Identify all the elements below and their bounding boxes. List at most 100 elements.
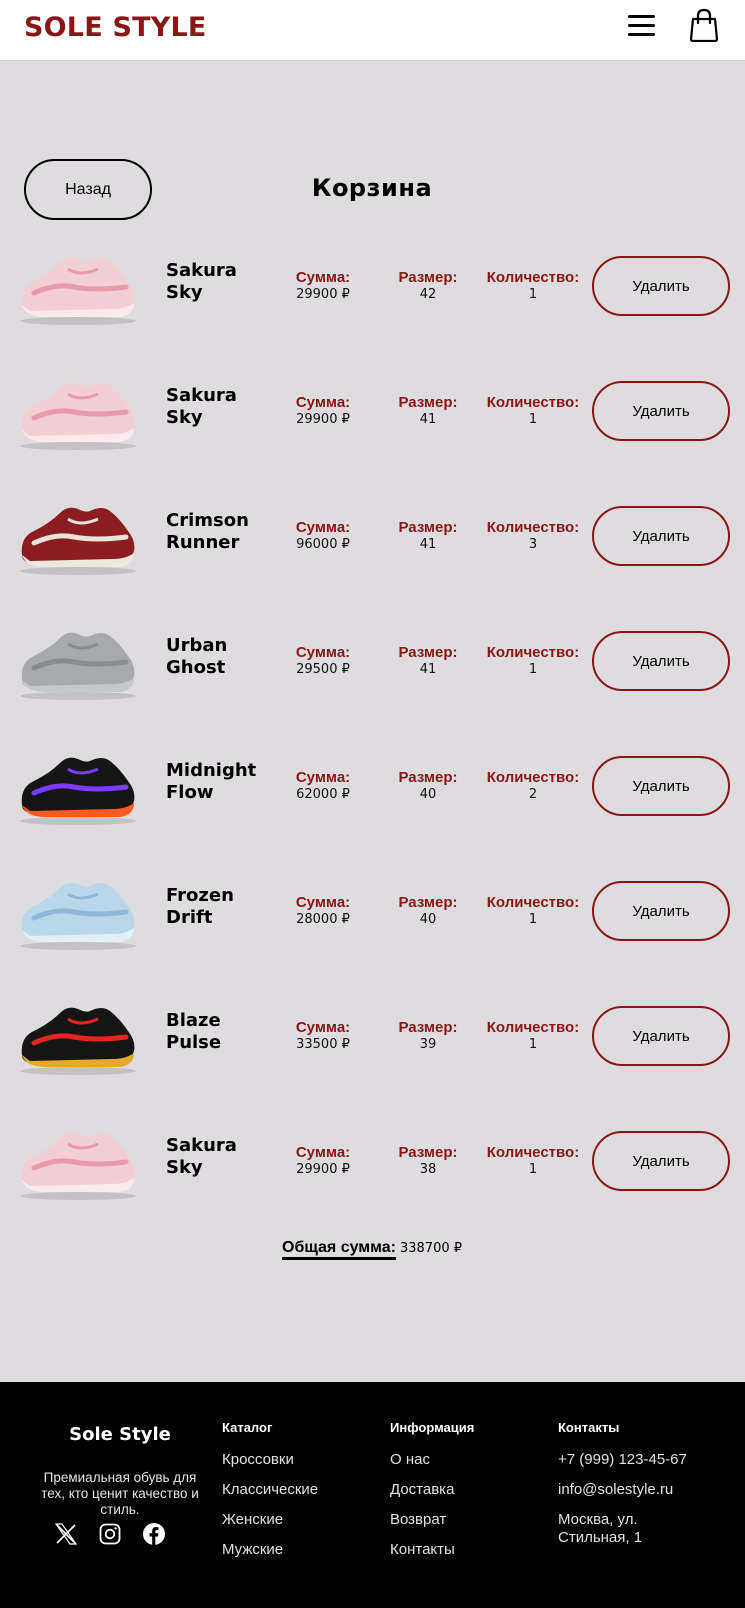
quantity-label: Количество: [486,769,580,786]
quantity-label: Количество: [486,394,580,411]
size-value: 40 [419,787,437,802]
item-quantity: Количество: 2 [478,769,588,803]
cart-item: Sakura Sky Сумма: 29900 ₽ Размер: 38 Количест… [0,1110,745,1235]
footer-link-delivery[interactable]: Доставка [390,1481,474,1499]
item-quantity: Количество: 1 [478,1144,588,1178]
size-label: Размер: [398,394,458,411]
size-value: 42 [419,287,437,302]
quantity-value: 1 [528,287,538,302]
sum-value: 62000 ₽ [296,787,350,802]
delete-button[interactable]: Удалить [592,881,730,941]
sum-label: Сумма: [295,894,351,911]
quantity-value: 1 [528,662,538,677]
item-quantity: Количество: 1 [478,1019,588,1053]
size-label: Размер: [398,519,458,536]
size-label: Размер: [398,1019,458,1036]
cart-item: Blaze Pulse Сумма: 33500 ₽ Размер: 39 Количес… [0,985,745,1110]
item-size: Размер: 40 [373,894,483,928]
item-name: Sakura Sky [166,385,237,428]
footer-info-title: Информация [390,1420,475,1435]
quantity-label: Количество: [486,644,580,661]
instagram-icon[interactable] [98,1522,122,1546]
footer-contacts-title: Контакты [558,1420,620,1435]
sum-label: Сумма: [295,644,351,661]
total-label: Общая сумма: [282,1239,396,1260]
delete-button[interactable]: Удалить [592,256,730,316]
footer-link-classic[interactable]: Классические [222,1481,318,1499]
item-name: Frozen Drift [166,885,234,928]
footer-email[interactable]: info@solestyle.ru [558,1481,708,1499]
item-size: Размер: 40 [373,769,483,803]
item-size: Размер: 41 [373,519,483,553]
quantity-value: 1 [528,412,538,427]
size-label: Размер: [398,1144,458,1161]
sum-value: 96000 ₽ [296,537,350,552]
item-quantity: Количество: 1 [478,644,588,678]
footer-catalog: Каталог Кроссовки Классические Женские М… [222,1420,318,1571]
site-logo[interactable]: SOLE STYLE [24,12,207,43]
delete-button[interactable]: Удалить [592,756,730,816]
shoe-image [20,1007,136,1075]
size-label: Размер: [398,269,458,286]
item-name: Crimson Runner [166,510,249,553]
hamburger-menu-icon[interactable] [628,13,656,37]
quantity-label: Количество: [486,1144,580,1161]
size-value: 39 [419,1037,437,1052]
shoe-image [20,507,136,575]
footer-link-sneakers[interactable]: Кроссовки [222,1451,318,1469]
site-footer: Sole Style Премиальная обувь для тех, кт… [0,1382,745,1608]
footer-link-men[interactable]: Мужские [222,1541,318,1559]
item-sum: Сумма: 28000 ₽ [268,894,378,928]
item-size: Размер: 41 [373,394,483,428]
total-value: 338700 ₽ [399,1241,463,1256]
quantity-value: 3 [528,537,538,552]
sum-label: Сумма: [295,769,351,786]
quantity-label: Количество: [486,894,580,911]
item-name: Sakura Sky [166,1135,237,1178]
shoe-image [20,382,136,450]
back-button[interactable]: Назад [24,159,152,220]
item-sum: Сумма: 29900 ₽ [268,394,378,428]
sum-value: 29900 ₽ [296,1162,350,1177]
cart-item: Sakura Sky Сумма: 29900 ₽ Размер: 41 Количест… [0,360,745,485]
shoe-image [20,632,136,700]
size-value: 41 [419,537,437,552]
page-title: Корзина [311,174,433,202]
footer-contacts: Контакты +7 (999) 123-45-67 info@solesty… [558,1420,708,1559]
shoe-image [20,757,136,825]
delete-button[interactable]: Удалить [592,381,730,441]
quantity-label: Количество: [486,519,580,536]
delete-button[interactable]: Удалить [592,1131,730,1191]
item-size: Размер: 41 [373,644,483,678]
item-sum: Сумма: 62000 ₽ [268,769,378,803]
size-value: 41 [419,662,437,677]
size-value: 40 [419,912,437,927]
sum-label: Сумма: [295,269,351,286]
facebook-icon[interactable] [142,1522,166,1546]
sum-label: Сумма: [295,1019,351,1036]
delete-button[interactable]: Удалить [592,1006,730,1066]
shoe-image [20,257,136,325]
footer-link-about[interactable]: О нас [390,1451,474,1469]
sum-label: Сумма: [295,394,351,411]
quantity-value: 2 [528,787,538,802]
item-sum: Сумма: 29500 ₽ [268,644,378,678]
delete-button[interactable]: Удалить [592,506,730,566]
size-value: 38 [419,1162,437,1177]
footer-link-contacts[interactable]: Контакты [390,1541,474,1559]
size-label: Размер: [398,769,458,786]
item-name: Urban Ghost [166,635,228,678]
delete-button[interactable]: Удалить [592,631,730,691]
cart-item: Urban Ghost Сумма: 29500 ₽ Размер: 41 Количес… [0,610,745,735]
cart-item: Crimson Runner Сумма: 96000 ₽ Размер: 41 Коли… [0,485,745,610]
footer-phone[interactable]: +7 (999) 123-45-67 [558,1451,708,1469]
quantity-label: Количество: [486,1019,580,1036]
item-quantity: Количество: 1 [478,269,588,303]
quantity-label: Количество: [486,269,580,286]
footer-link-returns[interactable]: Возврат [390,1511,474,1529]
item-sum: Сумма: 29900 ₽ [268,269,378,303]
footer-link-women[interactable]: Женские [222,1511,318,1529]
item-name: Sakura Sky [166,260,237,303]
shopping-bag-icon[interactable] [688,8,720,42]
x-icon[interactable] [54,1522,78,1546]
